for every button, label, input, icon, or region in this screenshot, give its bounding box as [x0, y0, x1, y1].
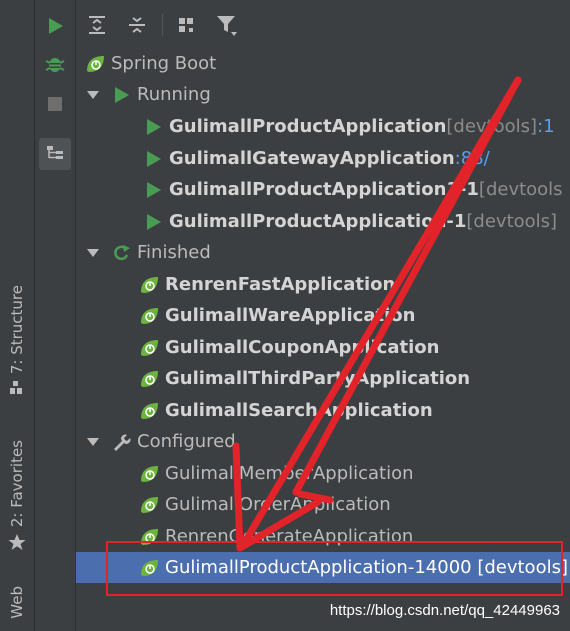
watermark: https://blog.csdn.net/qq_42449963: [329, 602, 560, 619]
annotation-arrowhead-line: [296, 490, 334, 504]
annotation-arrows: [232, 76, 522, 552]
annotation-arrow-line: [292, 76, 522, 496]
annotation-arrowhead-line: [232, 442, 244, 552]
